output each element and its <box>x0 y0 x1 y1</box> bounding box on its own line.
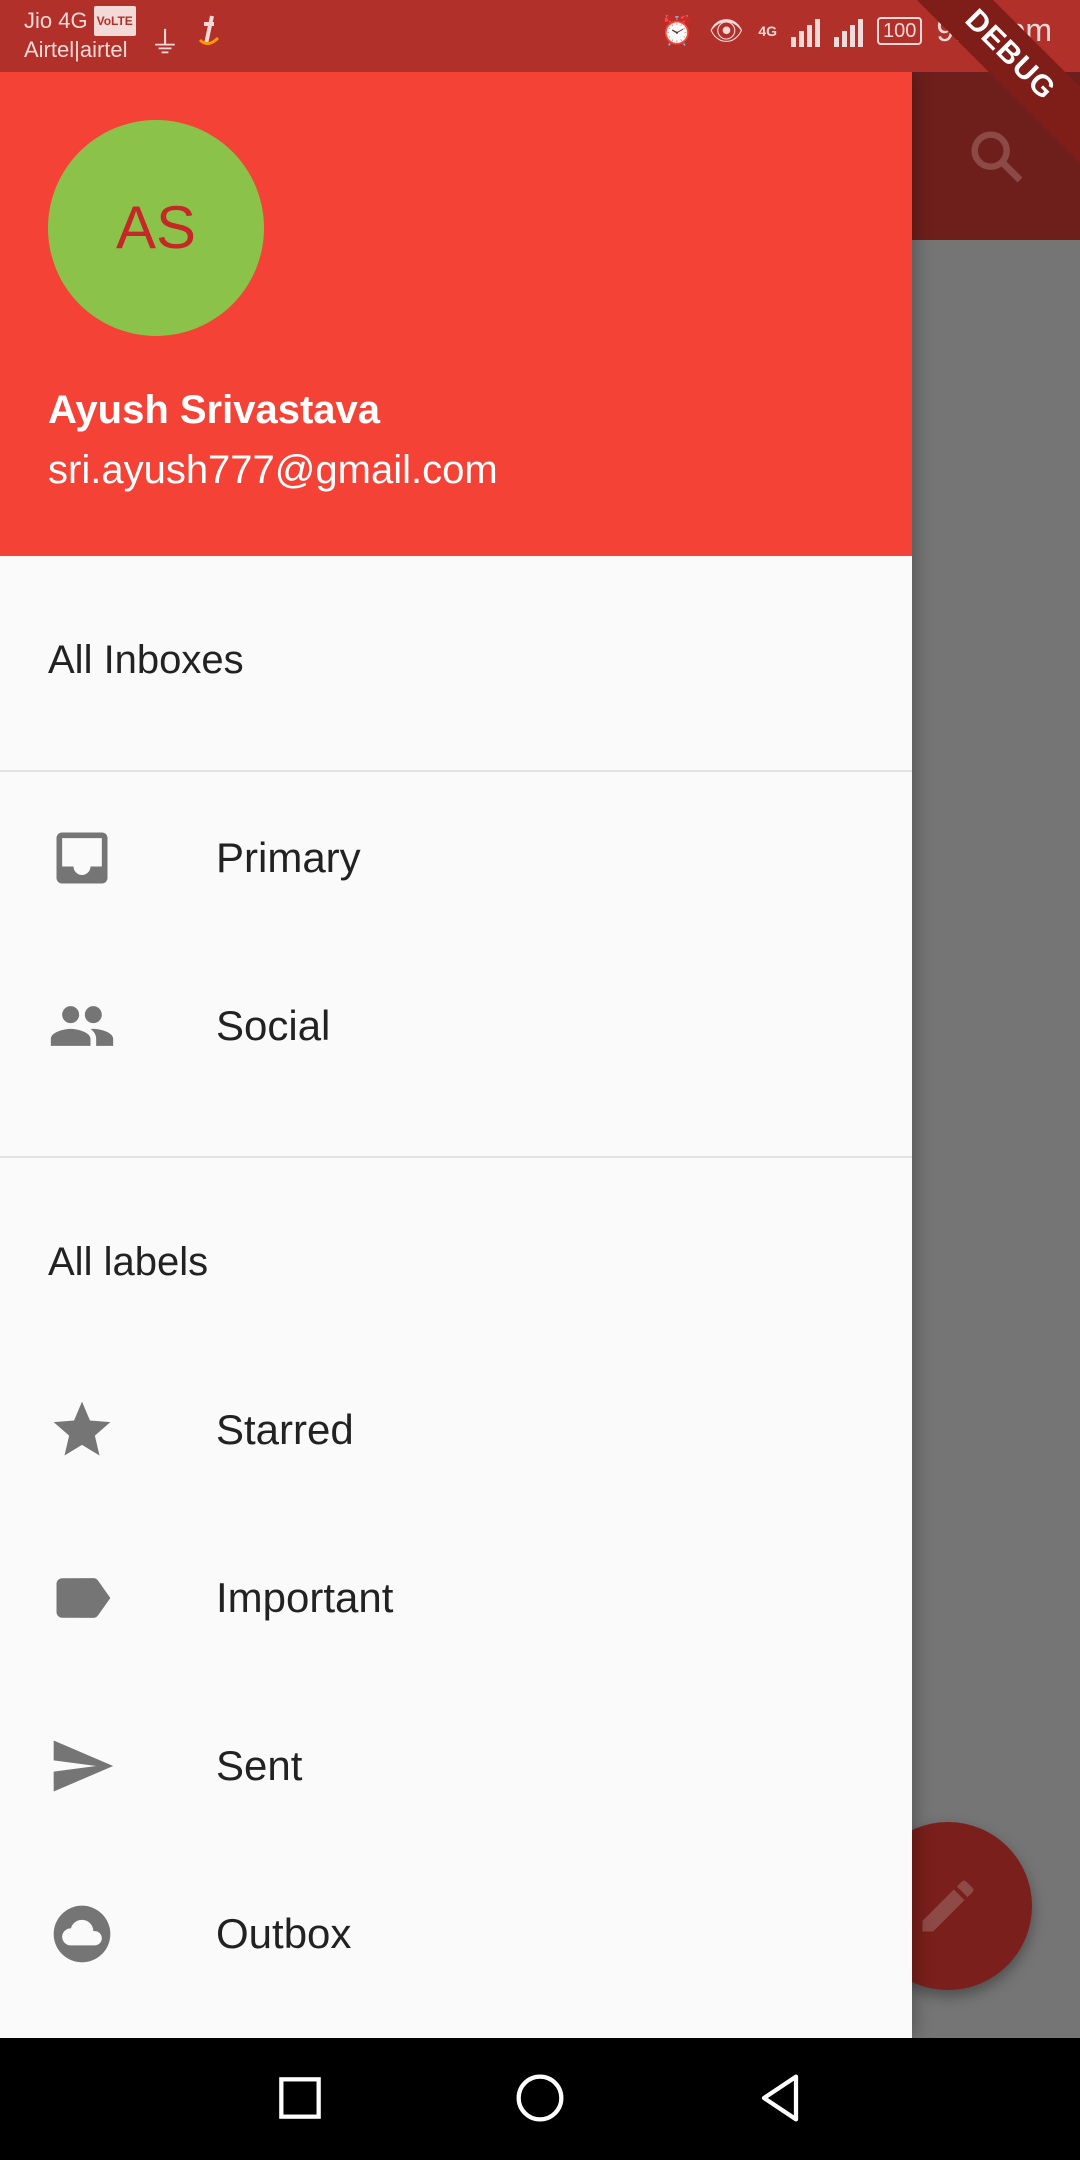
carrier-info: Jio 4G VoLTE Airtel|airtel <box>24 6 136 64</box>
network-type: 4G <box>758 22 777 39</box>
drawer-item-label: Primary <box>216 834 361 881</box>
drawer-item-label: Important <box>216 1574 394 1621</box>
avatar[interactable]: AS <box>48 120 264 336</box>
drawer-item-label: Sent <box>216 1742 303 1789</box>
section-all-inboxes: All Inboxes <box>0 556 912 770</box>
section-all-labels: All labels <box>0 1158 912 1326</box>
usb-icon: ⏚ <box>150 27 180 60</box>
send-icon <box>53 1740 114 1792</box>
carrier-line1: Jio 4G <box>24 8 88 33</box>
drawer-item-sent[interactable]: Sent <box>0 1682 912 1850</box>
section-title-inboxes: All Inboxes <box>48 638 244 682</box>
recents-icon[interactable] <box>268 2066 332 2130</box>
drawer-item-label: Starred <box>216 1406 354 1453</box>
cloud-icon <box>53 1905 111 1963</box>
home-icon[interactable] <box>508 2066 572 2130</box>
signal-icon <box>791 15 820 47</box>
drawer-item-primary[interactable]: Primary <box>0 774 912 942</box>
account-header: AS Ayush Srivastava sri.ayush777@gmail.c… <box>0 72 912 556</box>
drawer-item-label: Outbox <box>216 1910 352 1957</box>
drawer-item-label: Social <box>216 1002 331 1049</box>
drawer-item-important[interactable]: Important <box>0 1514 912 1682</box>
drawer-item-outbox[interactable]: Outbox <box>0 1850 912 2018</box>
people-icon <box>50 1006 114 1046</box>
signal-icon-2 <box>834 15 863 47</box>
star-icon <box>53 1401 111 1456</box>
back-icon[interactable] <box>748 2066 812 2130</box>
volte-badge: VoLTE <box>93 6 136 36</box>
alarm-icon: ⏰ <box>659 15 695 46</box>
status-bar: Jio 4G VoLTE Airtel|airtel ⏚ ⏰ 👁 4G 100 … <box>0 0 1080 72</box>
inbox-icon <box>56 832 108 884</box>
drawer-item-social[interactable]: Social <box>0 942 912 1110</box>
pencil-icon <box>922 1880 974 1932</box>
navigation-drawer: AS Ayush Srivastava sri.ayush777@gmail.c… <box>0 72 912 2038</box>
system-nav-bar <box>0 2038 1080 2160</box>
account-email: sri.ayush777@gmail.com <box>48 448 498 492</box>
account-name: Ayush Srivastava <box>48 388 381 432</box>
battery-icon: 100 <box>877 16 923 45</box>
carrier-line2: Airtel|airtel <box>24 37 128 62</box>
label-icon <box>56 1578 111 1618</box>
section-title-labels: All labels <box>48 1240 209 1284</box>
eye-comfort-icon: 👁 <box>708 15 745 46</box>
info-app-icon <box>198 15 220 45</box>
drawer-item-starred[interactable]: Starred <box>0 1346 912 1514</box>
search-icon[interactable] <box>964 124 1028 188</box>
